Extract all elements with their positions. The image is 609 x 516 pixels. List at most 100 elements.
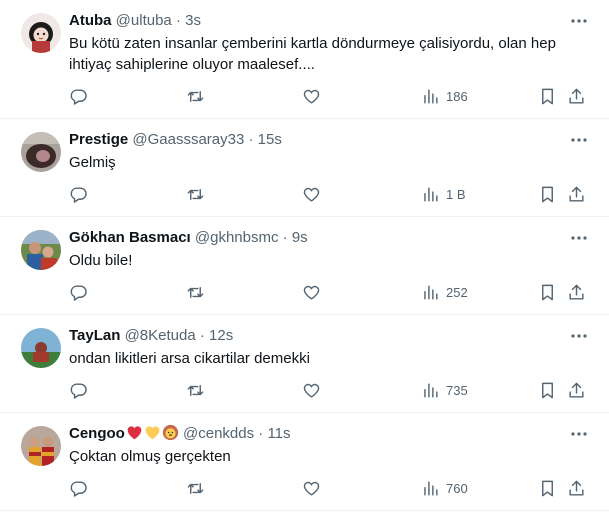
views-button[interactable]: 760: [421, 478, 468, 498]
display-name[interactable]: Cengoo: [69, 425, 125, 442]
reply-icon: [70, 284, 87, 301]
tweet-actions: 1 B: [69, 184, 589, 204]
share-button[interactable]: [567, 380, 586, 400]
user-handle[interactable]: @Gaasssaray33: [132, 131, 244, 148]
tweet[interactable]: Cengoo @cenkdds · 11s Çoktan olmuş gerçe…: [0, 413, 609, 511]
tweet-text: Çoktan olmuş gerçekten: [69, 448, 231, 465]
share-button[interactable]: [567, 184, 586, 204]
bookmark-button[interactable]: [538, 282, 557, 302]
more-dots-icon[interactable]: [569, 131, 589, 149]
separator-dot: ·: [199, 327, 205, 344]
timestamp[interactable]: 9s: [292, 229, 308, 246]
red-heart-icon: [127, 426, 142, 440]
user-handle[interactable]: @gkhnbsmc: [195, 229, 279, 246]
views-chart-icon: [424, 480, 438, 496]
avatar[interactable]: [21, 132, 61, 172]
tweet[interactable]: Gökhan Basmacı @gkhnbsmc · 9s Oldu bile!…: [0, 217, 609, 315]
share-icon: [569, 284, 584, 300]
avatar[interactable]: [21, 230, 61, 270]
heart-icon: [303, 481, 320, 496]
reply-button[interactable]: [69, 282, 88, 302]
tweet-actions: 252: [69, 282, 589, 302]
reply-button[interactable]: [69, 86, 88, 106]
share-button[interactable]: [567, 282, 586, 302]
share-icon: [569, 88, 584, 104]
like-button[interactable]: [302, 184, 321, 204]
bookmark-button[interactable]: [538, 184, 557, 204]
avatar[interactable]: [21, 426, 61, 466]
share-icon: [569, 480, 584, 496]
more-dots-icon[interactable]: [569, 327, 589, 345]
display-name[interactable]: Atuba: [69, 12, 112, 29]
heart-icon: [303, 89, 320, 104]
more-dots-icon[interactable]: [569, 229, 589, 247]
views-button[interactable]: 1 B: [421, 184, 466, 204]
tweet[interactable]: TayLan @8Ketuda · 12s ondan likitleri ar…: [0, 315, 609, 413]
reply-button[interactable]: [69, 478, 88, 498]
tweet[interactable]: Prestige @Gaasssaray33 · 15s Gelmiş 1 B: [0, 119, 609, 217]
tweet-text: Gelmiş: [69, 154, 116, 171]
reply-icon: [70, 480, 87, 497]
yellow-heart-icon: [145, 426, 160, 440]
more-dots-icon[interactable]: [569, 12, 589, 30]
share-button[interactable]: [567, 478, 586, 498]
share-button[interactable]: [567, 86, 586, 106]
bookmark-button[interactable]: [538, 478, 557, 498]
retweet-icon: [187, 482, 204, 494]
reply-button[interactable]: [69, 184, 88, 204]
retweet-button[interactable]: [186, 282, 205, 302]
display-name[interactable]: TayLan: [69, 327, 120, 344]
separator-dot: ·: [175, 12, 181, 29]
user-handle[interactable]: @cenkdds: [183, 425, 254, 442]
reply-icon: [70, 88, 87, 105]
separator-dot: ·: [248, 131, 254, 148]
like-button[interactable]: [302, 478, 321, 498]
tweet-actions: 735: [69, 380, 589, 400]
views-chart-icon: [424, 382, 438, 398]
bookmark-button[interactable]: [538, 380, 557, 400]
retweet-button[interactable]: [186, 86, 205, 106]
retweet-icon: [187, 188, 204, 200]
views-button[interactable]: 252: [421, 282, 468, 302]
bookmark-icon: [542, 382, 553, 398]
tweet-text: Oldu bile!: [69, 252, 133, 269]
reply-icon: [70, 382, 87, 399]
user-handle[interactable]: @ultuba: [116, 12, 172, 29]
retweet-button[interactable]: [186, 380, 205, 400]
retweet-icon: [187, 384, 204, 396]
tweet-actions: 760: [69, 478, 589, 498]
like-button[interactable]: [302, 282, 321, 302]
tweet[interactable]: Atuba @ultuba · 3s Bu kötü zaten insanla…: [0, 0, 609, 119]
share-icon: [569, 186, 584, 202]
timestamp[interactable]: 12s: [209, 327, 233, 344]
display-name[interactable]: Prestige: [69, 131, 128, 148]
timestamp[interactable]: 15s: [258, 131, 282, 148]
views-button[interactable]: 186: [421, 86, 468, 106]
tweet-text: Bu kötü zaten insanlar çemberini kartla …: [69, 35, 556, 73]
tweet-text: ondan likitleri arsa cikartilar demekki: [69, 350, 310, 367]
views-button[interactable]: 735: [421, 380, 468, 400]
tweet-header: Cengoo @cenkdds · 11s: [69, 424, 291, 444]
tweet-header: Gökhan Basmacı @gkhnbsmc · 9s: [69, 228, 308, 248]
retweet-icon: [187, 286, 204, 298]
bookmark-button[interactable]: [538, 86, 557, 106]
retweet-button[interactable]: [186, 184, 205, 204]
more-dots-icon[interactable]: [569, 425, 589, 443]
view-count: 252: [446, 284, 468, 300]
like-button[interactable]: [302, 86, 321, 106]
avatar[interactable]: [21, 328, 61, 368]
view-count: 760: [446, 480, 468, 496]
tweet-header: Prestige @Gaasssaray33 · 15s: [69, 130, 282, 150]
reply-button[interactable]: [69, 380, 88, 400]
separator-dot: ·: [258, 425, 264, 442]
lion-face-icon: [162, 424, 178, 441]
views-chart-icon: [424, 88, 438, 104]
timestamp[interactable]: 11s: [267, 425, 290, 442]
display-name[interactable]: Gökhan Basmacı: [69, 229, 191, 246]
user-handle[interactable]: @8Ketuda: [125, 327, 196, 344]
avatar[interactable]: [21, 13, 61, 53]
heart-icon: [303, 285, 320, 300]
retweet-button[interactable]: [186, 478, 205, 498]
like-button[interactable]: [302, 380, 321, 400]
timestamp[interactable]: 3s: [185, 12, 201, 29]
